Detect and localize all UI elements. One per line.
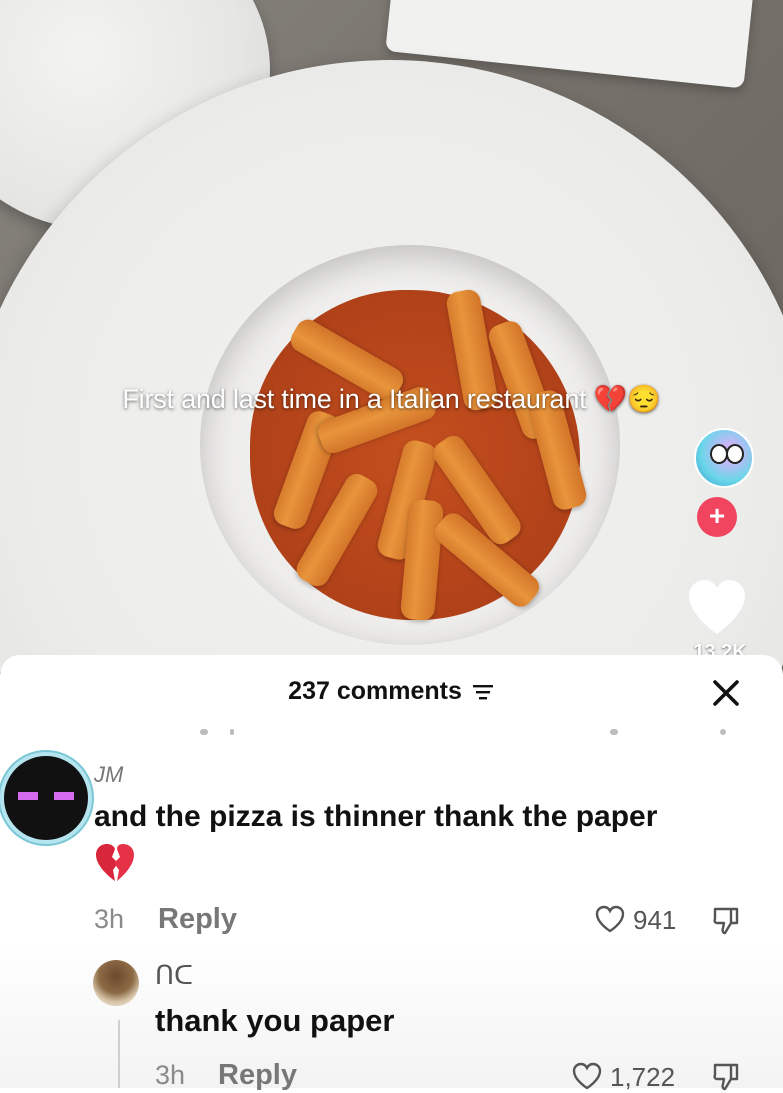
comment-like-count: 941 — [633, 905, 677, 935]
outline-heart-icon[interactable] — [572, 1062, 602, 1090]
avatar-eye — [726, 444, 744, 464]
divider-mark — [610, 729, 618, 735]
caption-emoji: 💔😔 — [593, 384, 661, 414]
reply-button[interactable]: Reply — [218, 1059, 297, 1092]
avatar-eye — [54, 792, 74, 800]
outline-heart-icon[interactable] — [595, 905, 625, 933]
filter-icon[interactable] — [472, 684, 495, 700]
close-icon[interactable] — [708, 675, 744, 711]
comment-username[interactable]: JM — [94, 762, 123, 788]
dislike-icon[interactable] — [711, 1061, 741, 1091]
broken-heart-icon — [96, 844, 134, 881]
plus-icon: + — [708, 500, 726, 531]
avatar[interactable] — [0, 752, 92, 844]
comment-text: thank you paper — [155, 1003, 395, 1038]
follow-button[interactable]: + — [697, 497, 737, 537]
comment-text: and the pizza is thinner thank the paper — [94, 800, 658, 833]
video-caption: First and last time in a Italian restaur… — [0, 383, 783, 415]
comment-username[interactable]: ᑎᑕ — [155, 960, 193, 991]
video-player[interactable]: First and last time in a Italian restaur… — [0, 0, 783, 690]
comment-time: 3h — [155, 1060, 186, 1090]
comment-like-count: 1,722 — [610, 1062, 676, 1092]
caption-text: First and last time in a Italian restaur… — [122, 384, 587, 414]
heart-icon[interactable] — [686, 578, 748, 636]
divider-mark — [230, 729, 234, 735]
comment-time: 3h — [94, 904, 125, 934]
thread-line — [118, 1020, 120, 1088]
avatar-eye — [18, 792, 38, 800]
creator-avatar[interactable] — [694, 428, 754, 488]
comments-count: 237 comments — [288, 677, 462, 705]
divider-mark — [200, 729, 208, 735]
dislike-icon[interactable] — [711, 905, 741, 935]
avatar[interactable] — [93, 960, 139, 1006]
comments-header: 237 comments — [0, 677, 783, 706]
divider-mark — [720, 729, 726, 735]
reply-button[interactable]: Reply — [158, 903, 237, 936]
